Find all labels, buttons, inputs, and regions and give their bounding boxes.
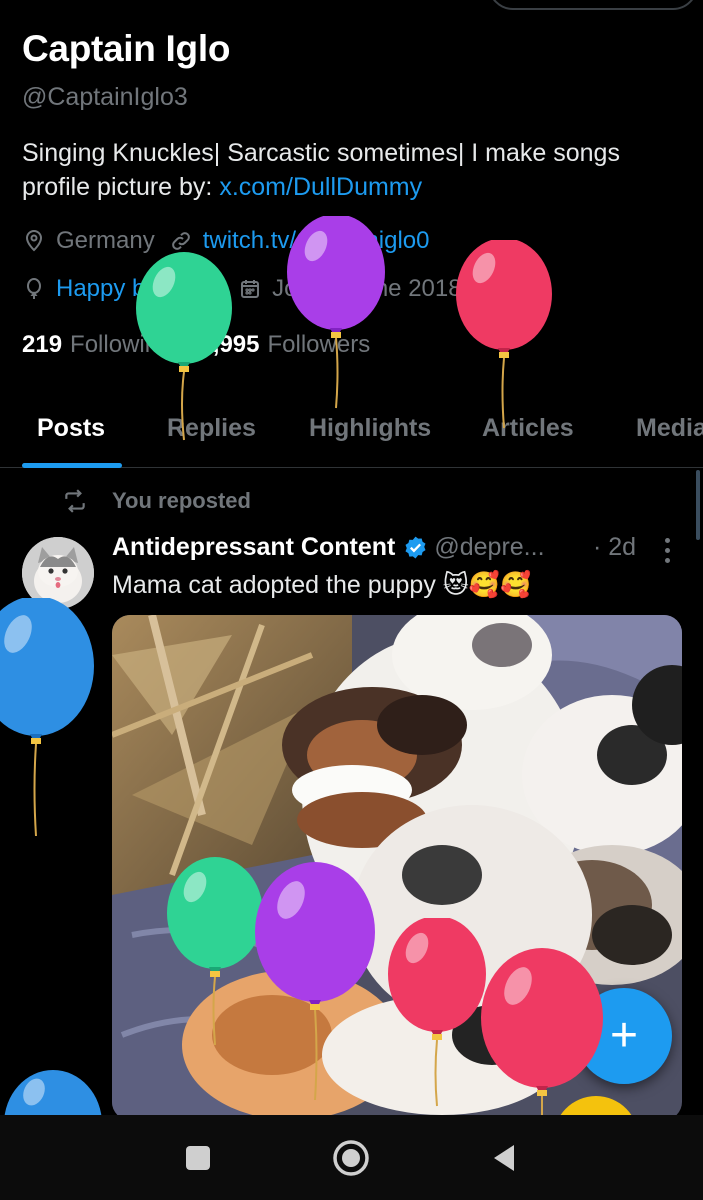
balloon-blue-decoration xyxy=(0,598,94,837)
post-header: Antidepressant Content @depre... xyxy=(112,533,545,562)
repost-label: You reposted xyxy=(62,488,251,514)
profile-bio: Singing Knuckles| Sarcastic sometimes| I… xyxy=(22,136,692,204)
balloon-green-decoration xyxy=(167,857,263,1046)
post-author-handle[interactable]: @depre... xyxy=(434,533,544,562)
scrollbar[interactable] xyxy=(696,470,700,540)
bio-line: Singing Knuckles| Sarcastic sometimes| I… xyxy=(22,139,620,167)
bio-prefix: profile picture by: xyxy=(22,173,220,201)
back-triangle-icon[interactable] xyxy=(490,1143,518,1173)
balloon-blue-decoration xyxy=(4,1070,102,1115)
tab-highlights[interactable]: Highlights xyxy=(309,414,431,443)
more-vertical-icon[interactable] xyxy=(660,538,674,566)
tab-posts[interactable]: Posts xyxy=(37,414,105,443)
calendar-icon xyxy=(241,280,260,298)
balloon-purple-decoration xyxy=(255,862,375,1101)
verified-badge-icon xyxy=(405,536,426,559)
balloon-green-decoration xyxy=(136,252,232,441)
home-circle-icon[interactable] xyxy=(332,1139,370,1177)
profile-meta-row-2: Happy birthday! Joined June 2018 xyxy=(22,275,476,303)
active-tab-indicator xyxy=(22,463,122,468)
tab-media[interactable]: Media xyxy=(636,414,703,443)
system-navigation-bar xyxy=(0,1115,703,1200)
post-time: · 2d xyxy=(593,533,637,561)
recents-square-icon[interactable] xyxy=(185,1145,211,1171)
location-text: Germany xyxy=(56,227,155,254)
balloon-red-decoration xyxy=(456,240,552,429)
balloon-yellow-decoration xyxy=(560,1096,632,1115)
profile-name: Captain Iglo xyxy=(22,28,231,69)
post-text: Mama cat adopted the puppy 😻🥰🥰 xyxy=(112,571,532,599)
bio-link[interactable]: x.com/DullDummy xyxy=(219,173,422,201)
edit-profile-button[interactable] xyxy=(488,0,698,10)
balloon-purple-decoration xyxy=(287,216,385,409)
balloon-red-decoration xyxy=(388,918,486,1107)
following-count: 219 xyxy=(22,331,63,358)
balloon-red-decoration xyxy=(481,948,603,1118)
balloon-icon xyxy=(27,278,41,299)
profile-handle: @CaptainIglo3 xyxy=(22,83,188,111)
repost-icon xyxy=(65,489,85,513)
location-pin-icon xyxy=(25,230,43,252)
repost-text: You reposted xyxy=(112,488,251,513)
link-icon xyxy=(171,232,190,250)
post-author[interactable]: Antidepressant Content xyxy=(112,533,395,562)
